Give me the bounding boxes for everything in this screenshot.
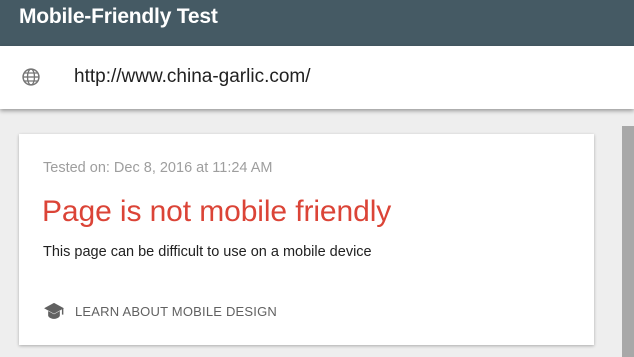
verdict-description: This page can be difficult to use on a m… — [43, 244, 372, 260]
learn-mobile-design-link[interactable]: LEARN ABOUT MOBILE DESIGN — [43, 300, 277, 322]
globe-icon — [22, 68, 40, 86]
verdict-heading: Page is not mobile friendly — [42, 195, 392, 228]
app-header: Mobile-Friendly Test — [0, 0, 634, 46]
tested-on-timestamp: Tested on: Dec 8, 2016 at 11:24 AM — [43, 160, 273, 176]
url-input[interactable] — [74, 64, 594, 90]
app-title: Mobile-Friendly Test — [19, 5, 218, 28]
scrollbar[interactable] — [618, 109, 634, 357]
url-bar — [0, 46, 634, 109]
result-card: Tested on: Dec 8, 2016 at 11:24 AM Page … — [19, 134, 594, 345]
learn-link-label: LEARN ABOUT MOBILE DESIGN — [75, 303, 277, 319]
scrollbar-thumb[interactable] — [622, 126, 634, 357]
school-icon — [44, 302, 64, 319]
